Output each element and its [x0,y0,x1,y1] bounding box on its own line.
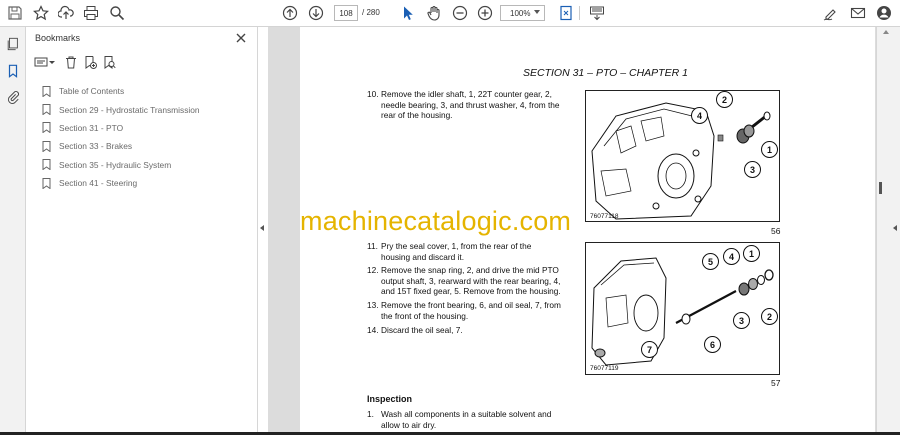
chevron-down-icon[interactable] [48,55,56,69]
callout-4: 4 [691,107,708,124]
bookmark-label: Section 35 - Hydraulic System [59,159,172,170]
bookmark-icon [42,177,51,189]
vertical-scrollbar[interactable] [878,27,884,432]
bookmark-item[interactable]: Section 41 - Steering [42,174,252,192]
scrollbar-thumb[interactable] [879,182,882,194]
callout-4: 4 [723,248,740,265]
chevron-down-icon [534,10,540,14]
scroll-up-icon[interactable] [281,4,299,22]
step-number: 11. [367,241,378,251]
housing-illustration [591,102,771,220]
callout-2: 2 [761,308,778,325]
search-icon[interactable] [108,4,126,22]
account-icon[interactable] [875,4,893,22]
callout-1: 1 [761,141,778,158]
step-number: 14. [367,325,379,335]
bookmark-item[interactable]: Section 29 - Hydrostatic Transmission [42,100,252,118]
bookmark-item[interactable]: Section 35 - Hydraulic System [42,156,252,174]
figure-id: 76077119 [590,365,619,372]
bookmark-icon [42,104,51,116]
figure-56: 2 4 1 3 76077118 [585,90,780,222]
bookmark-icon [42,159,51,171]
bookmark-label: Table of Contents [59,86,125,97]
zoom-in-icon[interactable] [476,4,494,22]
bookmark-label: Section 29 - Hydrostatic Transmission [59,104,200,115]
email-icon[interactable] [849,4,867,22]
bookmark-item[interactable]: Section 33 - Brakes [42,137,252,155]
inspection-heading: Inspection [367,394,413,404]
left-rail [0,27,26,432]
bookmark-item[interactable]: Section 31 - PTO [42,119,252,137]
step-text: Remove the idler shaft, 1, 22T counter g… [381,89,560,121]
callout-2: 2 [716,91,733,108]
select-cursor-icon[interactable] [399,4,417,22]
housing-illustration [591,257,774,366]
callout-1: 1 [743,245,760,262]
bookmark-icon [42,85,51,97]
toolbar: / 280 100% [0,0,900,27]
bookmark-item[interactable]: Table of Contents [42,82,252,100]
step-text: Wash all components in a suitable solven… [381,409,552,430]
sign-icon[interactable] [822,4,840,22]
close-icon[interactable] [235,31,247,43]
print-icon[interactable] [82,4,100,22]
step-number: 1. [367,409,374,419]
star-icon[interactable] [32,4,50,22]
bookmark-label: Section 31 - PTO [59,122,124,133]
callout-3: 3 [744,161,761,178]
figure-57: 5 4 1 2 3 6 7 76077119 [585,242,780,375]
page-total: / 280 [362,8,380,17]
bookmark-label: Section 41 - Steering [59,178,138,189]
bookmark-icon [42,122,51,134]
attachment-icon[interactable] [5,89,21,105]
step-text: Remove the front bearing, 6, and oil sea… [381,300,561,321]
save-icon[interactable] [6,4,24,22]
options-icon[interactable] [34,55,48,69]
watermark: machinecatalogic.com [300,206,572,236]
find-bookmark-icon[interactable] [102,55,116,69]
callout-7: 7 [641,341,658,358]
collapse-panel-icon[interactable] [260,225,264,231]
trash-icon[interactable] [64,55,78,69]
add-bookmark-icon[interactable] [83,55,97,69]
figure-number: 57 [771,378,781,388]
figure-id: 76077118 [590,213,619,220]
callout-3: 3 [733,312,750,329]
bookmark-label: Section 33 - Brakes [59,141,133,152]
zoom-value: 100% [510,9,531,18]
callout-5: 5 [702,253,719,270]
expand-right-panel-icon[interactable] [893,225,897,231]
pages-icon[interactable] [5,36,21,52]
page-number-input[interactable] [334,5,358,21]
callout-6: 6 [704,336,721,353]
zoom-out-icon[interactable] [451,4,469,22]
bookmarks-title: Bookmarks [35,33,81,43]
toolbar-divider [579,6,580,20]
bookmark-icon[interactable] [5,63,21,79]
step-number: 10. [367,89,379,99]
figure-number: 56 [771,226,781,236]
scroll-up-arrow[interactable] [883,30,889,34]
step-number: 12. [367,265,379,275]
keyboard-icon[interactable] [588,4,606,22]
step-text: Remove the snap ring, 2, and drive the m… [381,265,561,297]
step-number: 13. [367,300,379,310]
hand-icon[interactable] [425,4,443,22]
fit-page-icon[interactable] [557,4,575,22]
scroll-down-icon[interactable] [307,4,325,22]
upload-icon[interactable] [57,4,75,22]
section-header: SECTION 31 – PTO – CHAPTER 1 [523,67,688,79]
step-text: Discard the oil seal, 7. [381,325,463,335]
bookmark-icon [42,140,51,152]
zoom-select[interactable]: 100% [500,5,545,21]
bookmarks-panel: Bookmarks Table of Contents Section 29 -… [26,27,258,432]
step-text: Pry the seal cover, 1, from the rear of … [381,241,532,262]
bookmark-list: Table of Contents Section 29 - Hydrostat… [42,82,252,192]
